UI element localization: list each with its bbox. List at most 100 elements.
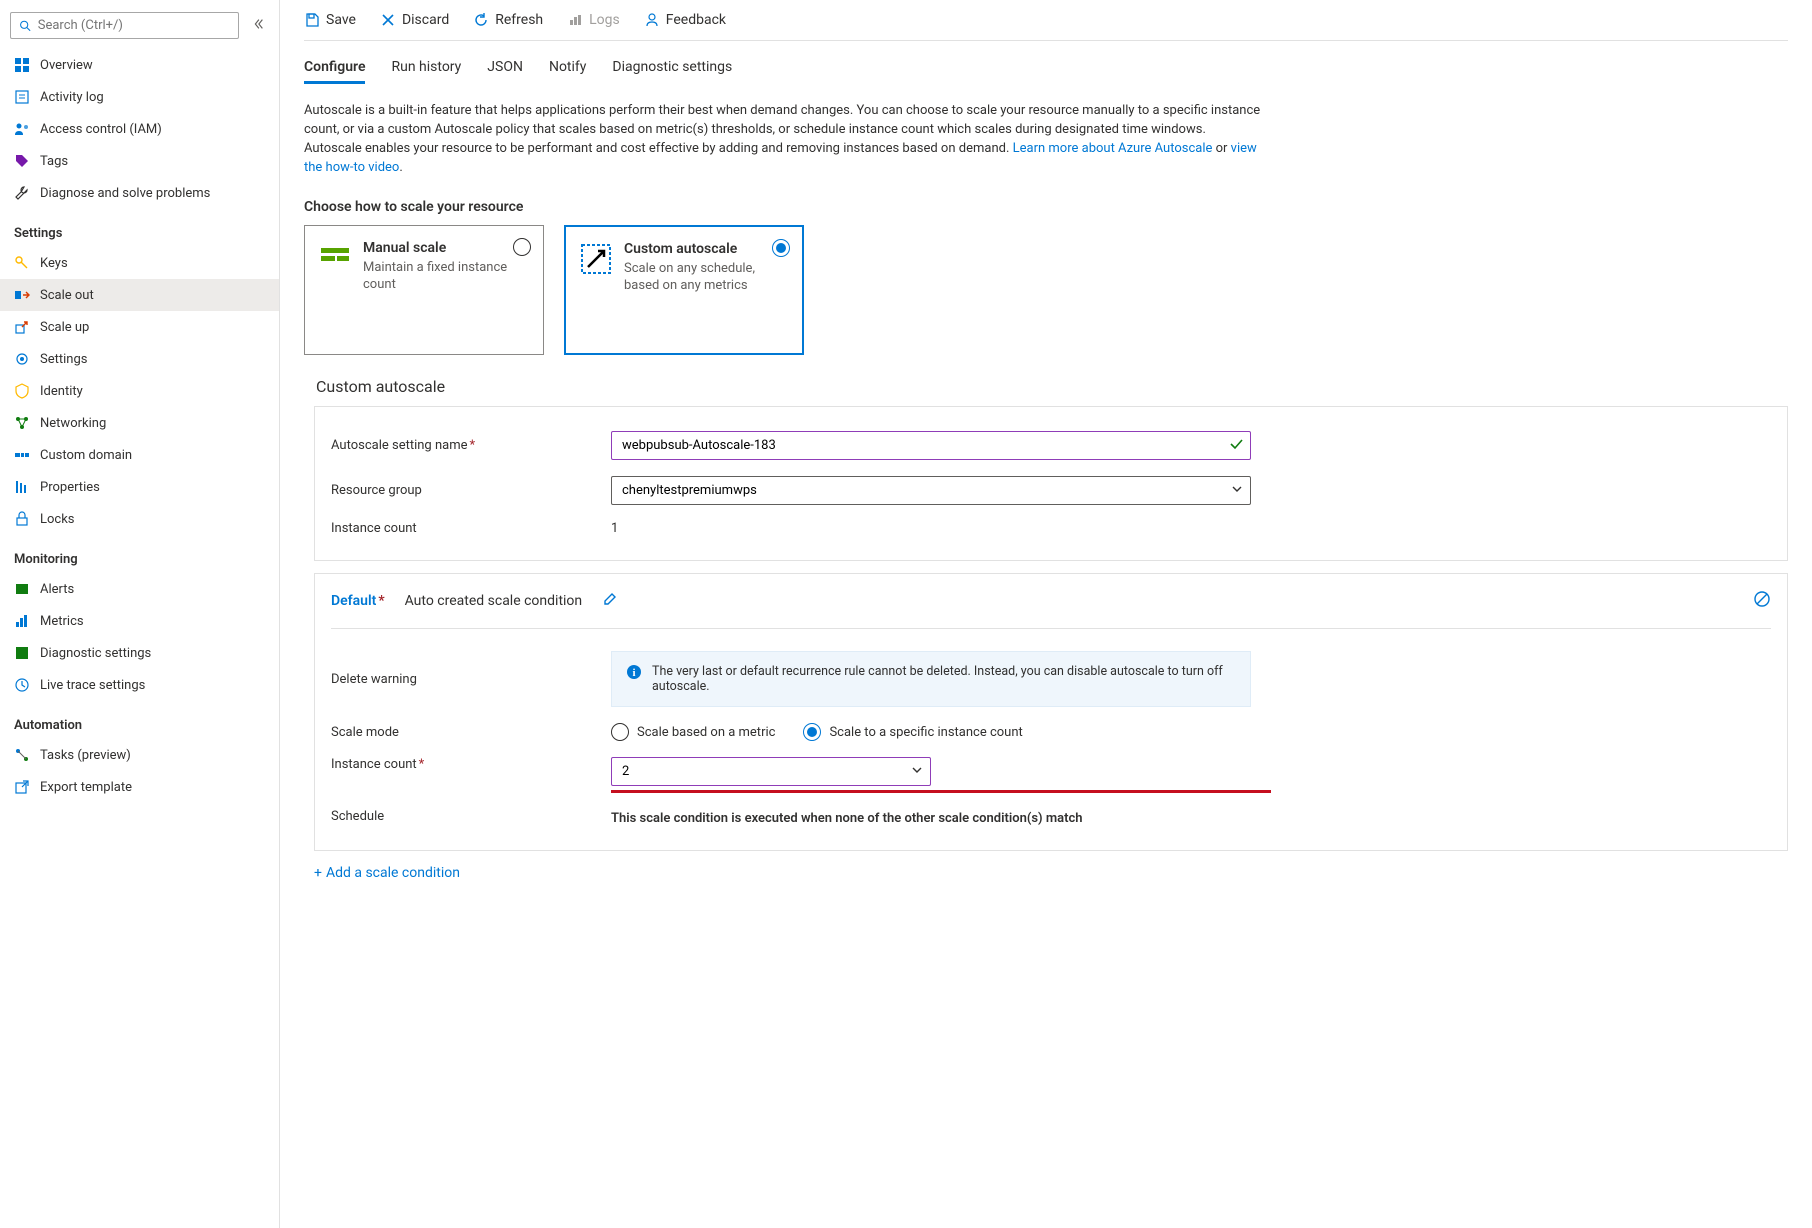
- tab-json[interactable]: JSON: [487, 53, 523, 84]
- manual-scale-card[interactable]: Manual scale Maintain a fixed instance c…: [304, 225, 544, 355]
- autoscale-settings-panel: Autoscale setting name* Resource group I…: [314, 406, 1788, 561]
- nav-label: Settings: [40, 352, 87, 367]
- nav-diagnose[interactable]: Diagnose and solve problems: [0, 177, 279, 209]
- manual-scale-icon: [319, 242, 351, 274]
- metrics-icon: [14, 613, 30, 629]
- nav-label: Access control (IAM): [40, 122, 162, 137]
- nav-tasks[interactable]: Tasks (preview): [0, 739, 279, 771]
- info-text: The very last or default recurrence rule…: [652, 664, 1236, 694]
- refresh-icon: [473, 12, 489, 28]
- tag-icon: [14, 153, 30, 169]
- nav-export-template[interactable]: Export template: [0, 771, 279, 803]
- logs-button: Logs: [567, 12, 620, 28]
- resource-group-label: Resource group: [331, 483, 591, 498]
- delete-warning-info: i The very last or default recurrence ru…: [611, 651, 1251, 707]
- nav-label: Metrics: [40, 614, 84, 629]
- resource-group-select[interactable]: [611, 476, 1251, 505]
- nav-settings[interactable]: Settings: [0, 343, 279, 375]
- svg-text:i: i: [632, 667, 635, 679]
- search-box[interactable]: [10, 12, 239, 39]
- nav-identity[interactable]: Identity: [0, 375, 279, 407]
- radio-label: Scale based on a metric: [637, 725, 775, 740]
- nav-scale-out[interactable]: Scale out: [0, 279, 279, 311]
- scale-metric-radio[interactable]: Scale based on a metric: [611, 723, 775, 741]
- chevron-down-icon: [1231, 483, 1243, 499]
- cond-instance-count-select[interactable]: [611, 757, 931, 786]
- nav-alerts[interactable]: Alerts: [0, 573, 279, 605]
- custom-autoscale-heading: Custom autoscale: [304, 355, 1788, 406]
- tab-notify[interactable]: Notify: [549, 53, 586, 84]
- tab-diagnostic[interactable]: Diagnostic settings: [612, 53, 732, 84]
- nav-metrics[interactable]: Metrics: [0, 605, 279, 637]
- nav-label: Networking: [40, 416, 106, 431]
- clock-icon: [14, 677, 30, 693]
- feedback-button[interactable]: Feedback: [644, 12, 726, 28]
- nav-diag-settings[interactable]: Diagnostic settings: [0, 637, 279, 669]
- check-icon: [1229, 437, 1243, 455]
- toolbar-label: Refresh: [495, 12, 543, 28]
- nav-properties[interactable]: Properties: [0, 471, 279, 503]
- nav-section-monitoring: Monitoring: [0, 535, 279, 573]
- scale-up-icon: [14, 319, 30, 335]
- overview-icon: [14, 57, 30, 73]
- sidebar: Overview Activity log Access control (IA…: [0, 0, 280, 1228]
- save-button[interactable]: Save: [304, 12, 356, 28]
- scale-fixed-radio[interactable]: Scale to a specific instance count: [803, 723, 1022, 741]
- custom-autoscale-icon: [580, 243, 612, 275]
- discard-icon: [380, 12, 396, 28]
- export-icon: [14, 779, 30, 795]
- main-content: Save Discard Refresh Logs Feedback Confi…: [280, 0, 1812, 1228]
- custom-autoscale-card[interactable]: Custom autoscale Scale on any schedule, …: [564, 225, 804, 355]
- toolbar-label: Feedback: [666, 12, 726, 28]
- annotation-underline: [611, 790, 1271, 793]
- key-icon: [14, 255, 30, 271]
- identity-icon: [14, 383, 30, 399]
- toolbar: Save Discard Refresh Logs Feedback: [304, 0, 1788, 41]
- feedback-icon: [644, 12, 660, 28]
- delete-condition-icon[interactable]: [1753, 590, 1771, 612]
- scale-condition-panel: Default* Auto created scale condition De…: [314, 573, 1788, 851]
- cond-instance-count-label: Instance count*: [331, 757, 591, 772]
- autoscale-name-label: Autoscale setting name*: [331, 438, 591, 453]
- scale-out-icon: [14, 287, 30, 303]
- nav-activity-log[interactable]: Activity log: [0, 81, 279, 113]
- tasks-icon: [14, 747, 30, 763]
- nav-overview[interactable]: Overview: [0, 49, 279, 81]
- properties-icon: [14, 479, 30, 495]
- nav-tags[interactable]: Tags: [0, 145, 279, 177]
- nav-locks[interactable]: Locks: [0, 503, 279, 535]
- nav-label: Scale up: [40, 320, 89, 335]
- domain-icon: [14, 447, 30, 463]
- choose-scale-heading: Choose how to scale your resource: [304, 183, 1788, 225]
- nav-label: Export template: [40, 780, 132, 795]
- card-title: Manual scale: [363, 240, 529, 256]
- learn-more-link[interactable]: Learn more about Azure Autoscale: [1013, 141, 1213, 156]
- nav-live-trace[interactable]: Live trace settings: [0, 669, 279, 701]
- add-scale-condition-link[interactable]: + Add a scale condition: [304, 851, 1788, 881]
- nav-networking[interactable]: Networking: [0, 407, 279, 439]
- nav-custom-domain[interactable]: Custom domain: [0, 439, 279, 471]
- alerts-icon: [14, 581, 30, 597]
- condition-name: Auto created scale condition: [405, 593, 583, 609]
- link-label: Add a scale condition: [326, 865, 460, 881]
- plus-icon: +: [314, 865, 322, 881]
- nav-scale-up[interactable]: Scale up: [0, 311, 279, 343]
- nav-section-automation: Automation: [0, 701, 279, 739]
- search-input[interactable]: [38, 18, 230, 33]
- discard-button[interactable]: Discard: [380, 12, 449, 28]
- nav-keys[interactable]: Keys: [0, 247, 279, 279]
- save-icon: [304, 12, 320, 28]
- tab-configure[interactable]: Configure: [304, 53, 365, 84]
- scale-mode-label: Scale mode: [331, 725, 591, 740]
- refresh-button[interactable]: Refresh: [473, 12, 543, 28]
- toolbar-label: Discard: [402, 12, 449, 28]
- nav-label: Tasks (preview): [40, 748, 131, 763]
- card-subtitle: Maintain a fixed instance count: [363, 260, 529, 294]
- nav-access-control[interactable]: Access control (IAM): [0, 113, 279, 145]
- nav-section-settings: Settings: [0, 209, 279, 247]
- diag-icon: [14, 645, 30, 661]
- tab-run-history[interactable]: Run history: [391, 53, 461, 84]
- edit-icon[interactable]: [602, 591, 618, 611]
- autoscale-name-input[interactable]: [611, 431, 1251, 460]
- collapse-sidebar-icon[interactable]: [247, 13, 269, 39]
